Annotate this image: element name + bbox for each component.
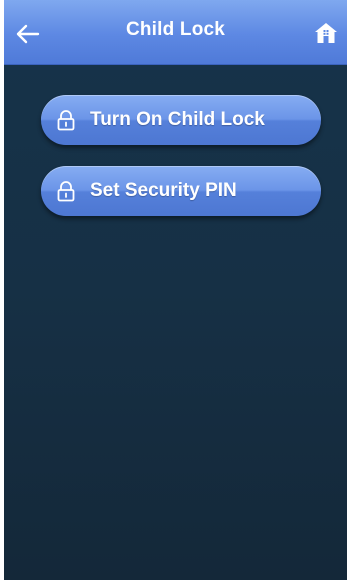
lock-icon: [57, 110, 75, 131]
app-header: Child Lock: [4, 0, 347, 65]
set-security-pin-label: Set Security PIN: [90, 180, 237, 201]
child-lock-screen: Child Lock Turn On Child Lock Set Securi…: [0, 0, 351, 580]
content-panel: Child Lock Turn On Child Lock Set Securi…: [4, 0, 347, 580]
home-button[interactable]: [313, 20, 339, 46]
page-title: Child Lock: [125, 19, 226, 40]
home-icon: [315, 23, 337, 43]
turn-on-child-lock-label: Turn On Child Lock: [90, 109, 265, 130]
lock-icon: [57, 181, 75, 202]
set-security-pin-button[interactable]: Set Security PIN: [41, 166, 321, 216]
turn-on-child-lock-button[interactable]: Turn On Child Lock: [41, 95, 321, 145]
